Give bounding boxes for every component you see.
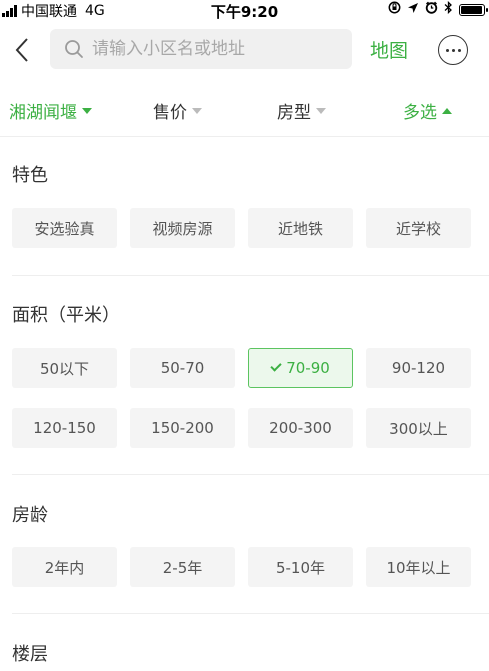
more-options-button[interactable] — [438, 35, 468, 65]
option-area-under-50[interactable]: 50以下 — [12, 348, 117, 388]
chevron-left-icon — [15, 38, 28, 62]
search-input[interactable] — [92, 39, 342, 59]
status-bar: 中国联通 4G 下午9:20 — [0, 0, 489, 21]
alarm-icon — [425, 1, 438, 18]
option-near-metro[interactable]: 近地铁 — [248, 208, 353, 248]
more-dot-icon — [445, 48, 449, 52]
check-icon — [270, 360, 282, 372]
filter-multi-select-label: 多选 — [403, 103, 437, 123]
filter-room-type-label: 房型 — [277, 103, 311, 123]
bluetooth-icon — [444, 0, 453, 18]
filter-region[interactable]: 湘湖闻堰 — [9, 98, 92, 123]
divider — [12, 275, 489, 276]
option-video[interactable]: 视频房源 — [130, 208, 235, 248]
option-verified[interactable]: 安选验真 — [12, 208, 117, 248]
status-right — [388, 0, 488, 18]
option-area-150-200[interactable]: 150-200 — [130, 408, 235, 448]
caret-down-icon — [192, 107, 202, 114]
option-area-70-90-label: 70-90 — [286, 359, 330, 377]
divider — [12, 613, 489, 614]
option-area-over-300[interactable]: 300以上 — [366, 408, 471, 448]
caret-up-icon — [442, 107, 452, 114]
section-title-floor: 楼层 — [12, 644, 48, 665]
option-area-70-90[interactable]: 70-90 — [248, 348, 353, 388]
filter-price[interactable]: 售价 — [153, 98, 202, 123]
option-near-school[interactable]: 近学校 — [366, 208, 471, 248]
caret-down-icon — [82, 107, 92, 114]
battery-icon — [459, 3, 488, 16]
section-title-area: 面积（平米） — [12, 305, 120, 326]
filter-bar: 湘湖闻堰 售价 房型 多选 — [0, 80, 489, 137]
option-age-over-10[interactable]: 10年以上 — [366, 547, 471, 587]
search-icon — [65, 40, 83, 58]
filter-region-label: 湘湖闻堰 — [9, 103, 77, 123]
lock-rotation-icon — [388, 1, 401, 18]
caret-down-icon — [316, 107, 326, 114]
option-area-200-300[interactable]: 200-300 — [248, 408, 353, 448]
option-age-5-10[interactable]: 5-10年 — [248, 547, 353, 587]
nav-bar: 地图 — [0, 20, 489, 80]
divider — [12, 474, 489, 475]
section-title-age: 房龄 — [12, 505, 48, 526]
filter-multi-select[interactable]: 多选 — [403, 98, 452, 123]
battery-fill — [461, 5, 482, 14]
option-area-50-70[interactable]: 50-70 — [130, 348, 235, 388]
option-age-within-2[interactable]: 2年内 — [12, 547, 117, 587]
option-area-90-120[interactable]: 90-120 — [366, 348, 471, 388]
option-area-120-150[interactable]: 120-150 — [12, 408, 117, 448]
map-link[interactable]: 地图 — [370, 36, 408, 63]
section-title-features: 特色 — [12, 165, 48, 186]
filter-room-type[interactable]: 房型 — [277, 98, 326, 123]
filter-price-label: 售价 — [153, 103, 187, 123]
search-box[interactable] — [50, 29, 352, 69]
back-button[interactable] — [8, 34, 36, 66]
location-icon — [407, 2, 419, 18]
option-age-2-5[interactable]: 2-5年 — [130, 547, 235, 587]
